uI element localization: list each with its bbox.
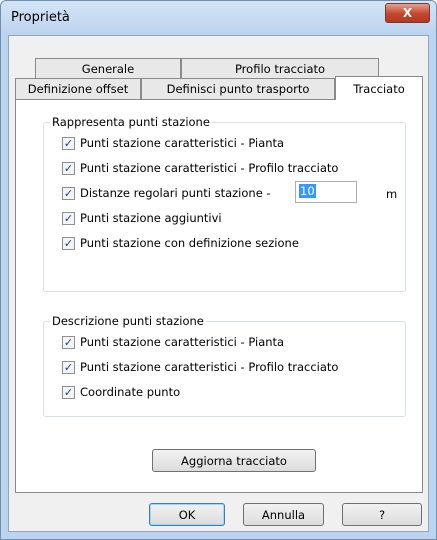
checkbox[interactable]: ✓ [62,236,75,250]
checkbox[interactable]: ✓ [62,136,75,150]
button-label: ? [378,507,386,522]
checkbox-label: Punti stazione aggiuntivi [80,211,222,225]
close-icon: X [402,6,413,20]
checkbox[interactable]: ✓ [62,360,75,374]
button-label: OK [178,507,196,522]
tab-label: Generale [81,62,135,76]
properties-dialog: Proprietà X Generale Profilo tracciato D… [0,0,437,540]
checkbox-row[interactable]: ✓ Punti stazione caratteristici - Pianta [62,335,284,349]
checkbox-row[interactable]: ✓ Distanze regolari punti stazione - [62,186,271,200]
group-descrizione-punti-stazione: Descrizione punti stazione ✓ Punti stazi… [43,314,406,417]
checkbox-row[interactable]: ✓ Punti stazione caratteristici - Profil… [62,161,338,175]
distance-value: 10 [299,184,316,198]
dialog-client-area: Generale Profilo tracciato Definizione o… [8,35,429,532]
checkbox-label: Punti stazione caratteristici - Pianta [80,335,285,349]
cancel-button[interactable]: Annulla [243,503,324,526]
checkbox-row[interactable]: ✓ Punti stazione aggiuntivi [62,211,222,225]
tab-tracciato[interactable]: Tracciato [335,76,423,100]
ok-button[interactable]: OK [149,503,225,526]
tab-label: Definisci punto trasporto [166,82,310,96]
group-title: Rappresenta punti stazione [50,115,212,129]
checkbox-label: Punti stazione caratteristici - Pianta [80,136,285,150]
checkbox-label: Coordinate punto [80,385,181,399]
window-title: Proprietà [11,10,70,25]
checkbox-label: Punti stazione con definizione sezione [80,236,299,250]
close-button[interactable]: X [385,3,430,23]
checkbox[interactable]: ✓ [62,186,75,200]
tab-panel-tracciato: Rappresenta punti stazione ✓ Punti stazi… [15,99,423,493]
checkbox-row[interactable]: ✓ Punti stazione con definizione sezione [62,236,299,250]
checkbox[interactable]: ✓ [62,335,75,349]
checkbox-row[interactable]: ✓ Punti stazione caratteristici - Profil… [62,360,338,374]
group-title: Descrizione punti stazione [50,314,206,328]
checkbox[interactable]: ✓ [62,161,75,175]
tab-label: Definizione offset [27,82,129,96]
checkbox-label: Distanze regolari punti stazione - [80,186,271,200]
tab-label: Tracciato [353,81,405,96]
tab-generale[interactable]: Generale [35,58,181,79]
checkbox[interactable]: ✓ [62,385,75,399]
checkbox-row[interactable]: ✓ Punti stazione caratteristici - Pianta [62,136,284,150]
checkbox-row[interactable]: ✓ Coordinate punto [62,385,180,399]
checkbox-label: Punti stazione caratteristici - Profilo … [80,161,339,175]
title-bar[interactable]: Proprietà X [1,1,436,35]
tab-label: Profilo tracciato [234,62,326,76]
checkbox[interactable]: ✓ [62,211,75,225]
group-rappresenta-punti-stazione: Rappresenta punti stazione ✓ Punti stazi… [43,115,406,292]
distance-unit: m [386,187,398,201]
distance-input[interactable]: 10 [295,181,357,203]
button-label: Annulla [261,507,306,522]
help-button[interactable]: ? [342,503,422,526]
update-tracciato-button[interactable]: Aggiorna tracciato [152,449,316,472]
tab-definizione-offset[interactable]: Definizione offset [15,78,141,99]
tab-definisci-punto-trasporto[interactable]: Definisci punto trasporto [141,78,335,99]
button-label: Aggiorna tracciato [181,453,287,468]
checkbox-label: Punti stazione caratteristici - Profilo … [80,360,339,374]
